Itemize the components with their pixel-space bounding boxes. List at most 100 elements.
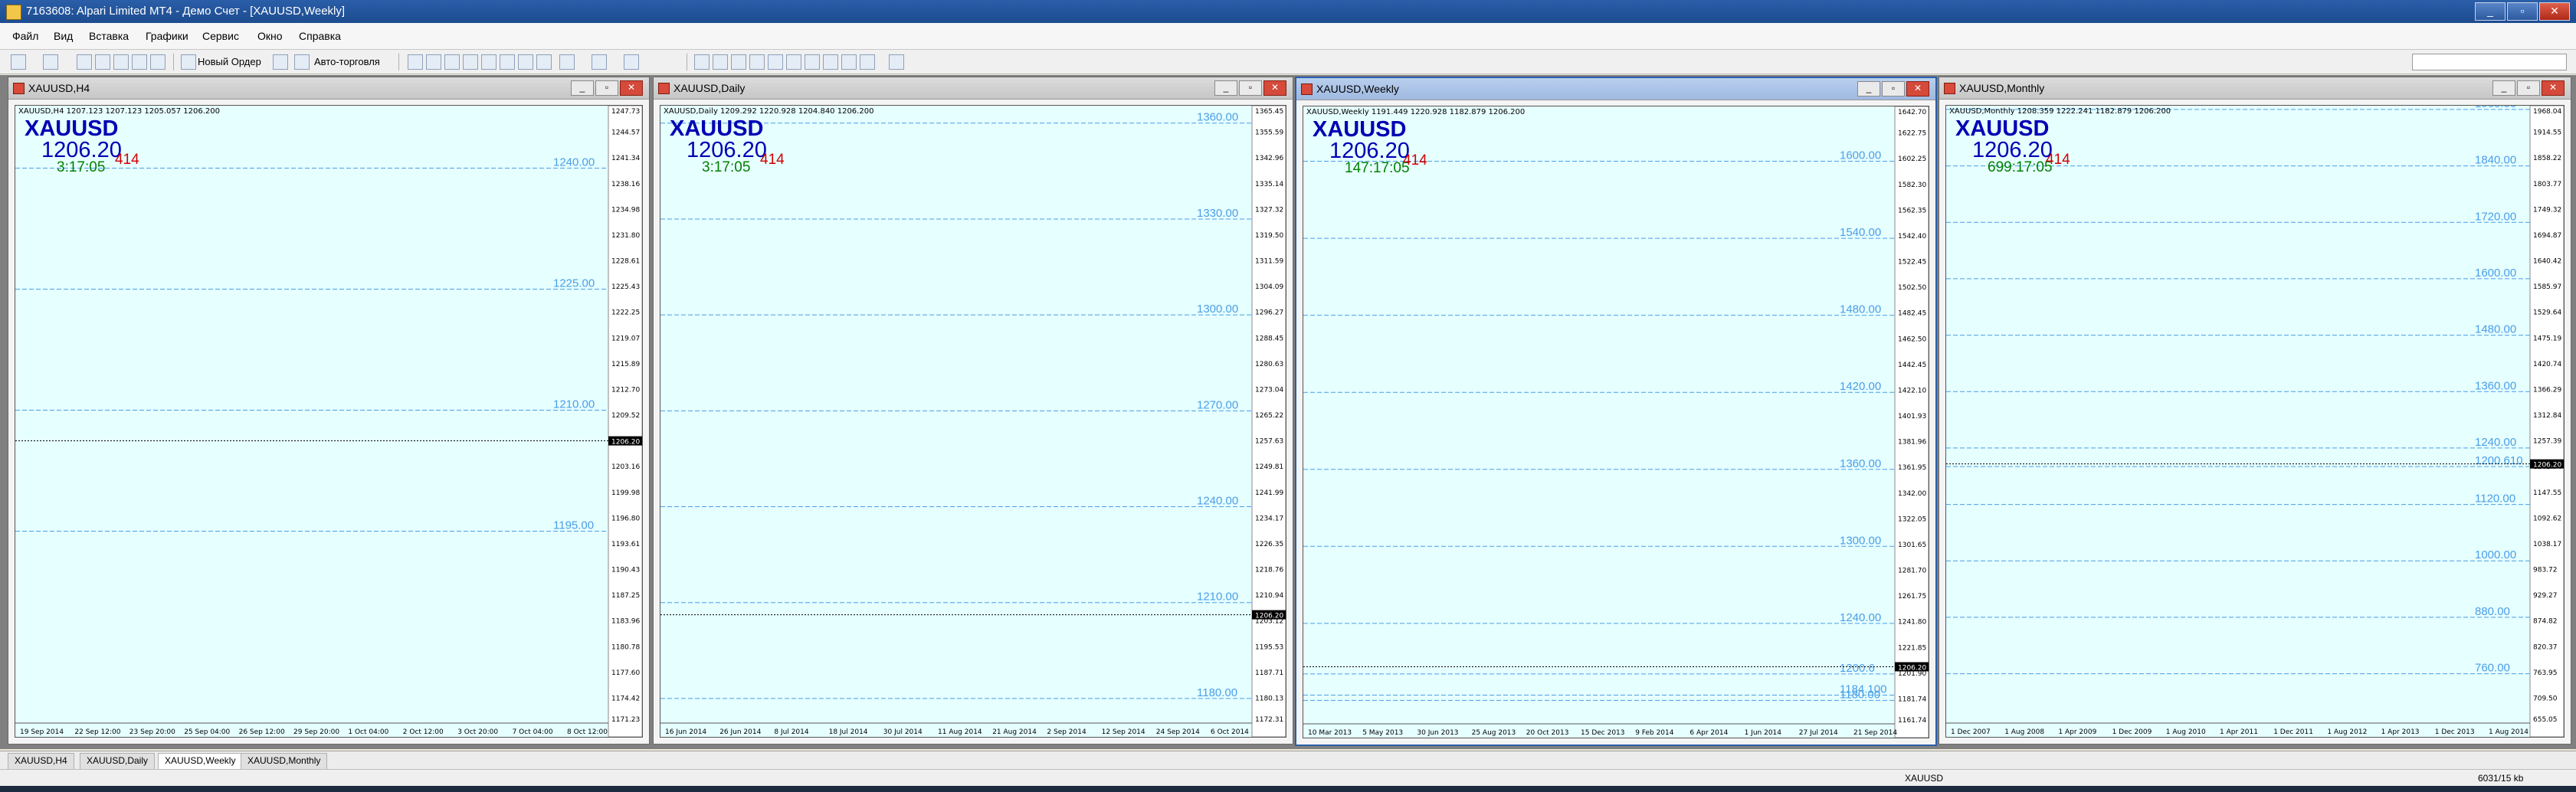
chart-maximize-button[interactable]: ▫ xyxy=(1882,81,1905,97)
cursor-icon[interactable] xyxy=(694,54,710,70)
label-icon[interactable] xyxy=(841,54,857,70)
price-chart-plot[interactable]: 1365.45 1355.59 1342.96 1335.14 1327.32 1319.… xyxy=(660,105,1286,738)
tab-daily[interactable]: XAUUSD,Daily xyxy=(80,753,156,770)
tab-h4[interactable]: XAUUSD,H4 xyxy=(8,753,74,770)
chart-close-button[interactable]: ✕ xyxy=(1906,81,1929,97)
bar-chart-icon[interactable] xyxy=(408,54,423,70)
level-label: 1360.00 xyxy=(2475,379,2516,392)
fibonacci-icon[interactable] xyxy=(805,54,820,70)
time-tick-label: 10 Mar 2013 xyxy=(1308,729,1352,737)
price-chart-plot[interactable]: 1642.70 1622.75 1602.25 1582.30 1562.35 1542.… xyxy=(1303,106,1929,738)
chart-window-titlebar[interactable]: XAUUSD,Weekly _ ▫ ✕ xyxy=(1296,78,1935,100)
profiles-icon[interactable] xyxy=(43,54,58,70)
level-label: 1840.00 xyxy=(2475,154,2516,167)
price-tick-label: 1642.70 xyxy=(1898,109,1926,116)
menu-view[interactable]: Вид xyxy=(54,30,73,42)
auto-trading-button[interactable]: Авто-торговля xyxy=(314,56,380,67)
chart-close-button[interactable]: ✕ xyxy=(2542,80,2565,96)
vertical-line-icon[interactable] xyxy=(731,54,746,70)
new-chart-icon[interactable] xyxy=(11,54,26,70)
text-icon[interactable] xyxy=(823,54,838,70)
price-tick-label: 1482.45 xyxy=(1898,310,1926,318)
price-tick-label: 874.82 xyxy=(2533,618,2558,626)
chart-close-button[interactable]: ✕ xyxy=(620,80,643,96)
chart-maximize-button[interactable]: ▫ xyxy=(1239,80,1262,96)
chart-window-weekly[interactable]: XAUUSD,Weekly _ ▫ ✕ 1642.70 1622.75 1602.2… xyxy=(1295,77,1937,746)
price-tick-label: 1257.39 xyxy=(2533,438,2561,446)
tab-monthly[interactable]: XAUUSD,Monthly xyxy=(241,753,328,770)
chart-minimize-button[interactable]: _ xyxy=(571,80,594,96)
chart-window-titlebar[interactable]: XAUUSD,Daily _ ▫ ✕ xyxy=(654,77,1293,100)
tile-windows-icon[interactable] xyxy=(500,54,515,70)
menu-file[interactable]: Файл xyxy=(12,30,38,42)
price-tick-label: 1209.52 xyxy=(611,412,640,420)
menu-tools[interactable]: Сервис xyxy=(202,30,239,42)
time-tick-label: 25 Aug 2013 xyxy=(1472,729,1516,737)
time-tick-label: 21 Aug 2014 xyxy=(992,728,1037,736)
periods-icon[interactable] xyxy=(592,54,607,70)
chart-window-titlebar[interactable]: XAUUSD,Monthly _ ▫ ✕ xyxy=(1939,77,2571,100)
tester-icon[interactable] xyxy=(150,54,166,70)
metaeditor-icon[interactable] xyxy=(273,54,288,70)
templates-icon[interactable] xyxy=(624,54,639,70)
chart-window-titlebar[interactable]: XAUUSD,H4 _ ▫ ✕ xyxy=(8,77,649,100)
price-axis xyxy=(1894,106,1929,738)
chart-minimize-button[interactable]: _ xyxy=(1214,80,1237,96)
trendline-icon[interactable] xyxy=(768,54,783,70)
chart-window-h4[interactable]: XAUUSD,H4 _ ▫ ✕ 1247.73 1244.57 1241.34 123… xyxy=(8,77,650,745)
chart-window-monthly[interactable]: XAUUSD,Monthly _ ▫ ✕ 1968.04 1914.55 1858.… xyxy=(1939,77,2571,745)
restore-window-button[interactable]: ▫ xyxy=(2507,2,2538,21)
navigator-icon[interactable] xyxy=(113,54,129,70)
time-tick-label: 2 Sep 2014 xyxy=(1047,728,1086,736)
chart-minimize-button[interactable]: _ xyxy=(1857,81,1880,97)
price-tick-label: 1622.75 xyxy=(1898,130,1926,138)
search-input[interactable] xyxy=(2412,54,2567,70)
price-chart-plot[interactable]: 1968.04 1914.55 1858.22 1803.77 1749.32 1694.… xyxy=(1945,105,2565,738)
terminal-icon[interactable] xyxy=(132,54,147,70)
price-tick-label: 1193.61 xyxy=(611,541,640,548)
chart-maximize-button[interactable]: ▫ xyxy=(595,80,618,96)
level-label: 1720.00 xyxy=(2475,210,2516,223)
menu-window[interactable]: Окно xyxy=(257,30,283,42)
price-tick-label: 1475.19 xyxy=(2533,335,2561,342)
channel-icon[interactable] xyxy=(786,54,801,70)
auto-trading-icon[interactable] xyxy=(294,54,310,70)
crosshair-icon[interactable] xyxy=(713,54,728,70)
chart-shift-icon[interactable] xyxy=(536,54,552,70)
auto-scroll-icon[interactable] xyxy=(518,54,533,70)
new-order-icon[interactable] xyxy=(181,54,196,70)
candlestick-icon[interactable] xyxy=(426,54,441,70)
chart-close-button[interactable]: ✕ xyxy=(1263,80,1286,96)
tab-weekly[interactable]: XAUUSD,Weekly xyxy=(158,753,243,770)
menu-insert[interactable]: Вставка xyxy=(89,30,129,42)
chart-window-title: XAUUSD,H4 xyxy=(28,82,90,94)
indicators-icon[interactable] xyxy=(559,54,575,70)
close-window-button[interactable]: ✕ xyxy=(2539,2,2570,21)
new-order-button[interactable]: Новый Ордер xyxy=(198,56,261,67)
arrows-icon[interactable] xyxy=(860,54,875,70)
price-tick-label: 1234.17 xyxy=(1255,515,1283,522)
horizontal-line-icon[interactable] xyxy=(749,54,765,70)
price-tick-label: 1228.61 xyxy=(611,258,640,266)
minimize-window-button[interactable]: _ xyxy=(2475,2,2506,21)
time-tick-label: 1 Apr 2011 xyxy=(2220,728,2258,736)
status-bar: XAUUSD 6031/15 kb xyxy=(0,769,2576,787)
price-tick-label: 1241.80 xyxy=(1898,619,1926,627)
price-tick-label: 1342.00 xyxy=(1898,490,1926,498)
price-tick-label: 1038.17 xyxy=(2533,541,2561,548)
price-tick-label: 1218.76 xyxy=(1255,567,1283,574)
chart-maximize-button[interactable]: ▫ xyxy=(2517,80,2540,96)
chart-window-daily[interactable]: XAUUSD,Daily _ ▫ ✕ 1365.45 1355.59 1342.96… xyxy=(653,77,1293,745)
level-label: 1240.00 xyxy=(1197,495,1238,508)
menu-help[interactable]: Справка xyxy=(299,30,341,42)
current-price-tag-label: 1206.20 xyxy=(611,439,640,447)
line-chart-icon[interactable] xyxy=(444,54,460,70)
data-window-icon[interactable] xyxy=(95,54,110,70)
zoom-out-icon[interactable] xyxy=(481,54,497,70)
chart-minimize-button[interactable]: _ xyxy=(2492,80,2515,96)
menu-charts[interactable]: Графики xyxy=(146,30,188,42)
market-watch-icon[interactable] xyxy=(77,54,92,70)
objects-icon[interactable] xyxy=(889,54,904,70)
zoom-in-icon[interactable] xyxy=(463,54,478,70)
price-chart-plot[interactable]: 1247.73 1244.57 1241.34 1238.16 1234.98 1231.… xyxy=(15,105,643,738)
